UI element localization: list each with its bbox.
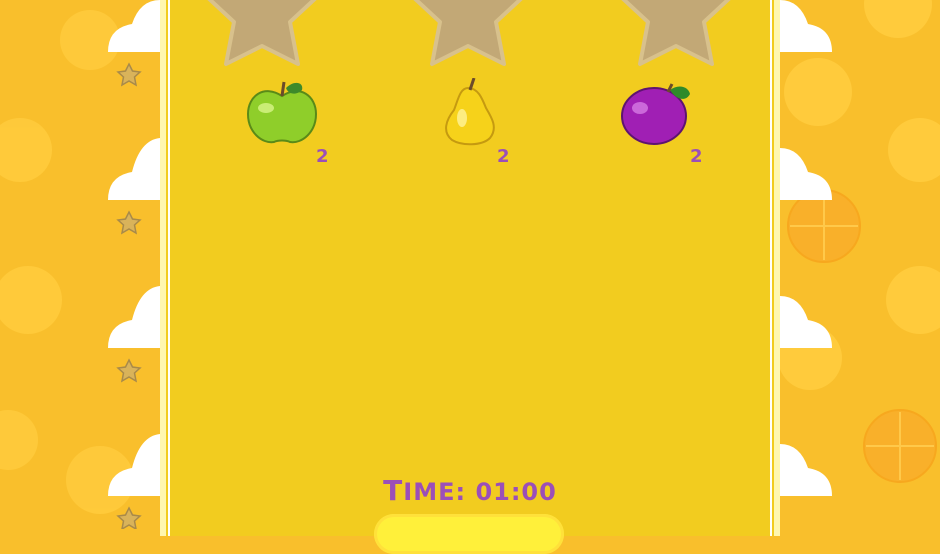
pear-goal-count: 2 (497, 146, 511, 167)
timer-label: IME: (403, 478, 476, 506)
timer-label-cap: T (383, 474, 404, 507)
left-background-pattern (0, 0, 160, 529)
star-empty-icon (207, 0, 317, 66)
plum-goal-count: 2 (690, 146, 704, 167)
star-empty-icon (621, 0, 731, 66)
action-button[interactable] (374, 514, 564, 554)
plum-icon (621, 83, 690, 145)
timer-value: 01:00 (475, 478, 557, 506)
timer-display: TIME: 01:00 (0, 474, 940, 507)
pear-icon (445, 78, 495, 146)
apple-icon (246, 81, 318, 144)
apple-goal-count: 2 (316, 146, 330, 167)
right-background-pattern (780, 0, 940, 529)
star-empty-icon (413, 0, 523, 66)
